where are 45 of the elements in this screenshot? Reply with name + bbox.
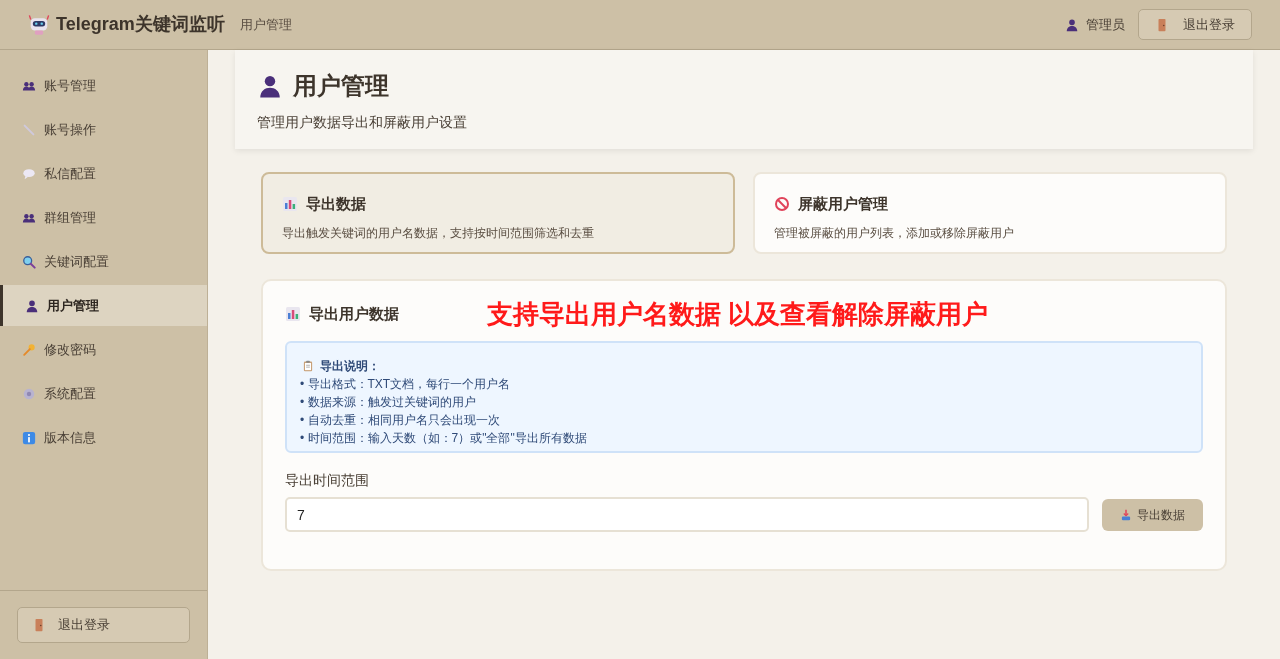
export-button[interactable]: 导出数据 [1102,498,1203,531]
tab-title: 导出数据 [306,194,366,214]
speech-bubble-icon [22,166,36,181]
clipboard-icon [302,360,314,372]
no-entry-icon [774,196,790,213]
sidebar-item[interactable]: 版本信息 [0,417,207,458]
sidebar-item[interactable]: 群组管理 [0,197,207,238]
bar-chart-icon [282,196,298,213]
sidebar-item[interactable]: 用户管理 [0,285,207,326]
panel-title: 导出用户数据 [309,303,400,324]
sidebar-item[interactable]: 系统配置 [0,373,207,414]
download-icon [1120,508,1132,521]
info-title: 导出说明： [320,358,380,375]
info-line: • 数据来源：触发过关键词的用户 [300,394,477,411]
app-title: Telegram关键词监听 [56,13,225,36]
logout-button[interactable]: 退出登录 [1138,9,1252,40]
field-label: 导出时间范围 [285,471,370,490]
person-icon [257,73,283,99]
info-line: • 导出格式：TXT文档，每行一个用户名 [300,376,512,393]
sidebar-item[interactable]: 账号管理 [0,65,207,106]
annotation-text: 支持导出用户名数据 以及查看解除屏蔽用户 [487,297,989,331]
sidebar-item[interactable]: 关键词配置 [0,241,207,282]
sidebar-item[interactable]: 账号操作 [0,109,207,150]
sidebar-item[interactable]: 修改密码 [0,329,207,370]
tab-card[interactable]: 导出数据 导出触发关键词的用户名数据，支持按时间范围筛选和去重 [261,172,735,254]
info-line: • 自动去重：相同用户名只会出现一次 [300,412,501,429]
page-subtitle: 管理用户数据导出和屏蔽用户设置 [257,113,468,132]
tab-description: 管理被屏蔽的用户列表，添加或移除屏蔽用户 [774,224,1015,242]
logout-button[interactable]: 退出登录 [17,607,190,643]
tab-title: 屏蔽用户管理 [798,194,888,214]
bar-chart-icon [285,306,301,322]
tab-card[interactable]: 屏蔽用户管理 管理被屏蔽的用户列表，添加或移除屏蔽用户 [753,172,1227,254]
info-icon [22,430,36,445]
tab-description: 导出触发关键词的用户名数据，支持按时间范围筛选和去重 [282,224,595,242]
sidebar-item[interactable]: 私信配置 [0,153,207,194]
search-icon [22,254,36,269]
info-line: • 时间范围：输入天数（如：7）或"全部"导出所有数据 [300,430,588,447]
breadcrumb: 用户管理 [239,15,292,34]
robot-icon [28,13,50,36]
range-input[interactable]: 7 [285,497,1089,532]
person-icon [1065,17,1079,32]
page-title: 用户管理 [293,71,389,101]
person-icon [25,298,39,313]
user-name: 管理员 [1086,15,1125,34]
key-icon [22,342,36,357]
